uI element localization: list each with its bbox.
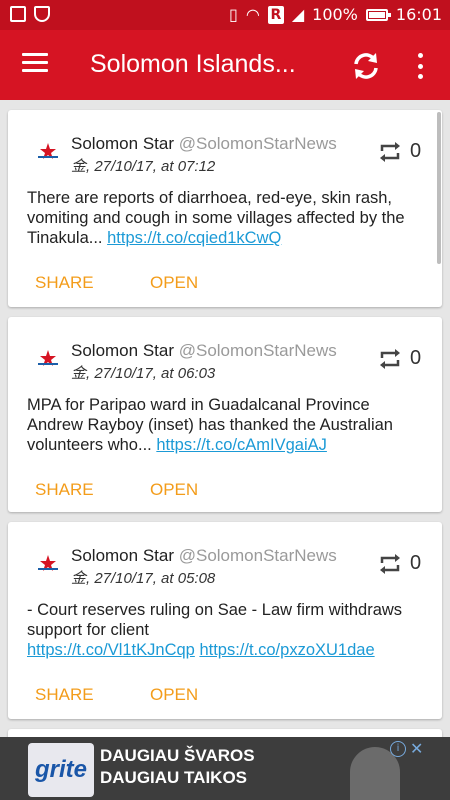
tweet-text: MPA for Paripao ward in Guadalcanal Prov…	[27, 395, 423, 455]
app-bar: Solomon Islands...	[0, 30, 450, 100]
hamburger-menu-icon[interactable]	[22, 53, 48, 75]
tweet-text: - Court reserves ruling on Sae - Law fir…	[27, 600, 423, 660]
more-options-icon[interactable]	[414, 53, 426, 79]
retweet-icon	[380, 348, 400, 369]
retweet-number: 0	[410, 552, 422, 574]
image-notification-icon	[10, 6, 26, 22]
share-button[interactable]: SHARE	[35, 685, 94, 705]
tweet-date: 金, 27/10/17, at 05:08	[71, 570, 216, 587]
retweet-icon	[380, 141, 400, 162]
wifi-icon: ◠	[245, 5, 260, 24]
tweet-card: Solomon Star @SolomonStarNews 金, 27/10/1…	[8, 522, 442, 719]
solomon-star-logo	[38, 350, 58, 366]
retweet-number: 0	[410, 140, 422, 162]
solomon-star-logo	[38, 143, 58, 159]
retweet-count: 0	[378, 552, 421, 575]
tweet-date: 金, 27/10/17, at 06:03	[71, 365, 216, 382]
author-handle: @SolomonStarNews	[178, 341, 337, 360]
author-name: Solomon Star	[71, 546, 174, 565]
ad-info-icon[interactable]: i	[390, 741, 406, 757]
roaming-badge: R	[267, 5, 284, 24]
tweet-link-2[interactable]: https://t.co/pxzoXU1dae	[199, 641, 374, 659]
tweet-body: - Court reserves ruling on Sae - Law fir…	[27, 601, 403, 639]
share-button[interactable]: SHARE	[35, 480, 94, 500]
tweet-link[interactable]: https://t.co/Vl1tKJnCqp	[27, 641, 195, 659]
vibrate-icon: ▯	[229, 5, 238, 24]
solomon-star-logo	[38, 555, 58, 571]
tweet-link[interactable]: https://t.co/cAmIVgaiAJ	[156, 436, 327, 454]
open-button[interactable]: OPEN	[150, 685, 198, 705]
tweet-card: Solomon Star @SolomonStarNews 金, 27/10/1…	[8, 110, 442, 307]
author-handle: @SolomonStarNews	[178, 134, 337, 153]
author-handle: @SolomonStarNews	[178, 546, 337, 565]
status-bar: ▯ ◠ R ◢ 100% 16:01	[0, 0, 450, 30]
ad-line-2: DAUGIAU TAIKOS	[100, 768, 248, 787]
scrollbar[interactable]	[437, 112, 441, 264]
refresh-icon[interactable]	[350, 50, 382, 82]
signal-icon: ◢	[291, 5, 305, 24]
tweet-card: Solomon Star @SolomonStarNews 金, 27/10/1…	[8, 317, 442, 512]
share-button[interactable]: SHARE	[35, 273, 94, 293]
retweet-count: 0	[378, 140, 421, 163]
tweet-author: Solomon Star @SolomonStarNews	[71, 546, 337, 566]
retweet-icon	[380, 553, 400, 574]
ad-line-1: DAUGIAU ŠVAROS	[100, 746, 255, 765]
ad-banner[interactable]: grite DAUGIAU ŠVAROS DAUGIAU TAIKOS i ✕	[0, 737, 450, 800]
tweet-text: There are reports of diarrhoea, red-eye,…	[27, 188, 423, 248]
ad-brand-logo: grite	[28, 743, 94, 797]
battery-percent: 100%	[312, 5, 358, 24]
map-notification-icon	[34, 6, 50, 22]
tweet-date: 金, 27/10/17, at 07:12	[71, 158, 216, 175]
clock: 16:01	[395, 5, 442, 24]
retweet-count: 0	[378, 347, 421, 370]
tweet-author: Solomon Star @SolomonStarNews	[71, 134, 337, 154]
ad-close-icon[interactable]: ✕	[410, 739, 423, 758]
author-name: Solomon Star	[71, 134, 174, 153]
tweet-link[interactable]: https://t.co/cqied1kCwQ	[107, 229, 281, 247]
open-button[interactable]: OPEN	[150, 273, 198, 293]
retweet-number: 0	[410, 347, 422, 369]
battery-icon	[365, 8, 391, 21]
author-name: Solomon Star	[71, 341, 174, 360]
tweet-author: Solomon Star @SolomonStarNews	[71, 341, 337, 361]
page-title: Solomon Islands...	[90, 50, 296, 78]
open-button[interactable]: OPEN	[150, 480, 198, 500]
ad-text: DAUGIAU ŠVAROS DAUGIAU TAIKOS	[100, 745, 255, 789]
